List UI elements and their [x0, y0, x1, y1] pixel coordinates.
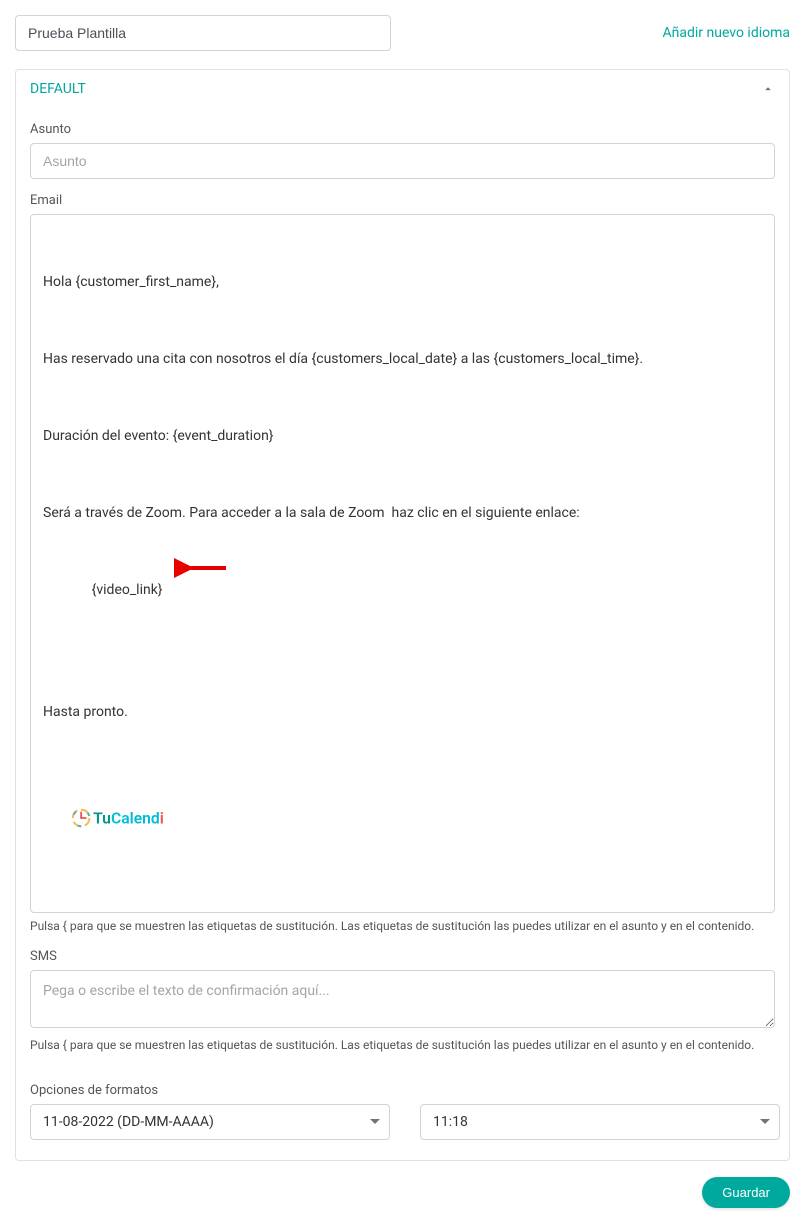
email-line: Hola {customer_first_name},	[43, 272, 762, 293]
panel-header[interactable]: DEFAULT	[16, 70, 789, 108]
email-video-link-placeholder: {video_link}	[92, 582, 163, 598]
email-line: Será a través de Zoom. Para acceder a la…	[43, 503, 762, 524]
template-name-input[interactable]	[15, 15, 391, 51]
time-format-value: 11:18	[433, 1114, 468, 1130]
subject-input[interactable]	[30, 143, 775, 179]
email-hint: Pulsa { para que se muestren las etiquet…	[30, 919, 775, 935]
email-label: Email	[30, 193, 775, 208]
date-format-select[interactable]: 11-08-2022 (DD-MM-AAAA)	[30, 1104, 390, 1140]
default-panel: DEFAULT Asunto Email Hola {customer_firs…	[15, 69, 790, 1161]
email-line: Duración del evento: {event_duration}	[43, 426, 762, 447]
email-line: Hasta pronto.	[43, 702, 762, 723]
sms-hint: Pulsa { para que se muestren las etiquet…	[30, 1038, 775, 1054]
save-button[interactable]: Guardar	[702, 1177, 790, 1208]
sms-input[interactable]	[30, 970, 775, 1028]
time-format-select[interactable]: 11:18	[420, 1104, 780, 1140]
sms-label: SMS	[30, 949, 775, 964]
subject-label: Asunto	[30, 122, 775, 137]
panel-title: DEFAULT	[30, 81, 86, 97]
email-body-editor[interactable]: Hola {customer_first_name}, Has reservad…	[30, 214, 775, 913]
arrow-annotation-icon	[174, 556, 230, 580]
format-label: Opciones de formatos	[30, 1083, 775, 1098]
add-language-link[interactable]: Añadir nuevo idioma	[663, 25, 791, 41]
svg-text:TuCalendi: TuCalendi	[93, 809, 164, 828]
tucalendi-logo: TuCalendi	[43, 785, 762, 858]
email-line: Has reservado una cita con nosotros el d…	[43, 349, 762, 370]
date-format-value: 11-08-2022 (DD-MM-AAAA)	[43, 1114, 214, 1130]
chevron-up-icon	[761, 82, 775, 96]
